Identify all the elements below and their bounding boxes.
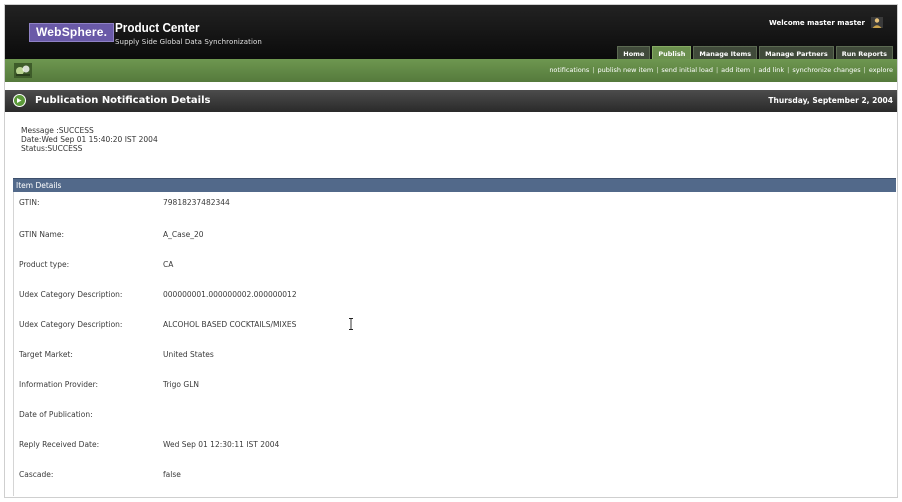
detail-row: Date of Publication: (14, 408, 894, 422)
message-summary: Message :SUCCESS Date:Wed Sep 01 15:40:2… (21, 126, 221, 153)
message-status: Status:SUCCESS (21, 144, 83, 153)
app-header: WebSphere. Product Center Supply Side Gl… (5, 5, 897, 61)
sub-navbar: notifications | publish new item | send … (5, 59, 897, 82)
detail-value: 79818237482344 (163, 198, 230, 207)
detail-label: Date of Publication: (19, 410, 93, 419)
user-icon[interactable] (871, 17, 883, 28)
detail-value: CA (163, 260, 174, 269)
page-title-bar: Publication Notification Details Thursda… (5, 90, 897, 112)
detail-label: Udex Category Description: (19, 290, 123, 299)
nav-link-publish-new-item[interactable]: publish new item (597, 59, 653, 82)
nav-link-explore[interactable]: explore (869, 59, 893, 82)
text-cursor-icon (349, 318, 353, 330)
detail-row: Product type: CA (14, 258, 894, 272)
welcome-text: Welcome master master (769, 19, 865, 27)
nav-link-notifications[interactable]: notifications (549, 59, 589, 82)
detail-row: Cascade: false (14, 468, 894, 482)
detail-row: GTIN Name: A_Case_20 (14, 228, 894, 242)
nav-link-synchronize-changes[interactable]: synchronize changes (792, 59, 860, 82)
detail-value: A_Case_20 (163, 230, 204, 239)
nav-link-send-initial-load[interactable]: send initial load (661, 59, 713, 82)
page-date: Thursday, September 2, 2004 (768, 96, 893, 105)
detail-row: Reply Received Date: Wed Sep 01 12:30:11… (14, 438, 894, 452)
gdsn-nav-icon (14, 63, 32, 78)
detail-label: Information Provider: (19, 380, 99, 389)
nav-separator: | (863, 66, 866, 74)
detail-label: Reply Received Date: (19, 440, 100, 449)
product-subtitle: Supply Side Global Data Synchronization (115, 38, 262, 46)
detail-label: Product type: (19, 260, 70, 269)
detail-label: GTIN Name: (19, 230, 64, 239)
nav-separator: | (787, 66, 790, 74)
detail-label: Udex Category Description: (19, 320, 123, 329)
product-title: Product Center (115, 20, 200, 35)
message-date: Date:Wed Sep 01 15:40:20 IST 2004 (21, 135, 158, 144)
detail-row: GTIN: 79818237482344 (14, 196, 894, 210)
websphere-logo: WebSphere. (29, 23, 115, 42)
nav-separator: | (592, 66, 595, 74)
nav-separator: | (753, 66, 756, 74)
page-title: Publication Notification Details (35, 95, 211, 106)
detail-value: 000000001.000000002.000000012 (163, 290, 297, 299)
detail-value: Trigo GLN (163, 380, 199, 389)
nav-link-add-item[interactable]: add item (721, 59, 750, 82)
detail-value: ALCOHOL BASED COCKTAILS/MIXES (163, 320, 297, 329)
detail-row: Target Market: United States (14, 348, 894, 362)
detail-label: Cascade: (19, 470, 54, 479)
detail-value: Wed Sep 01 12:30:11 IST 2004 (163, 440, 280, 449)
detail-label: GTIN: (19, 198, 40, 207)
nav-links: notifications | publish new item | send … (549, 59, 893, 82)
item-details-table: GTIN: 79818237482344 GTIN Name: A_Case_2… (13, 192, 898, 496)
detail-value: United States (163, 350, 214, 359)
message-text: Message :SUCCESS (21, 126, 94, 135)
detail-label: Target Market: (19, 350, 73, 359)
detail-value: false (163, 470, 181, 479)
item-details-header: Item Details (13, 178, 896, 192)
nav-separator: | (656, 66, 659, 74)
detail-row: Information Provider: Trigo GLN (14, 378, 894, 392)
nav-link-add-link[interactable]: add link (758, 59, 784, 82)
detail-row: Udex Category Description: ALCOHOL BASED… (14, 318, 894, 332)
arrow-circle-icon (13, 94, 26, 107)
nav-separator: | (715, 66, 719, 74)
detail-row: Udex Category Description: 000000001.000… (14, 288, 894, 302)
